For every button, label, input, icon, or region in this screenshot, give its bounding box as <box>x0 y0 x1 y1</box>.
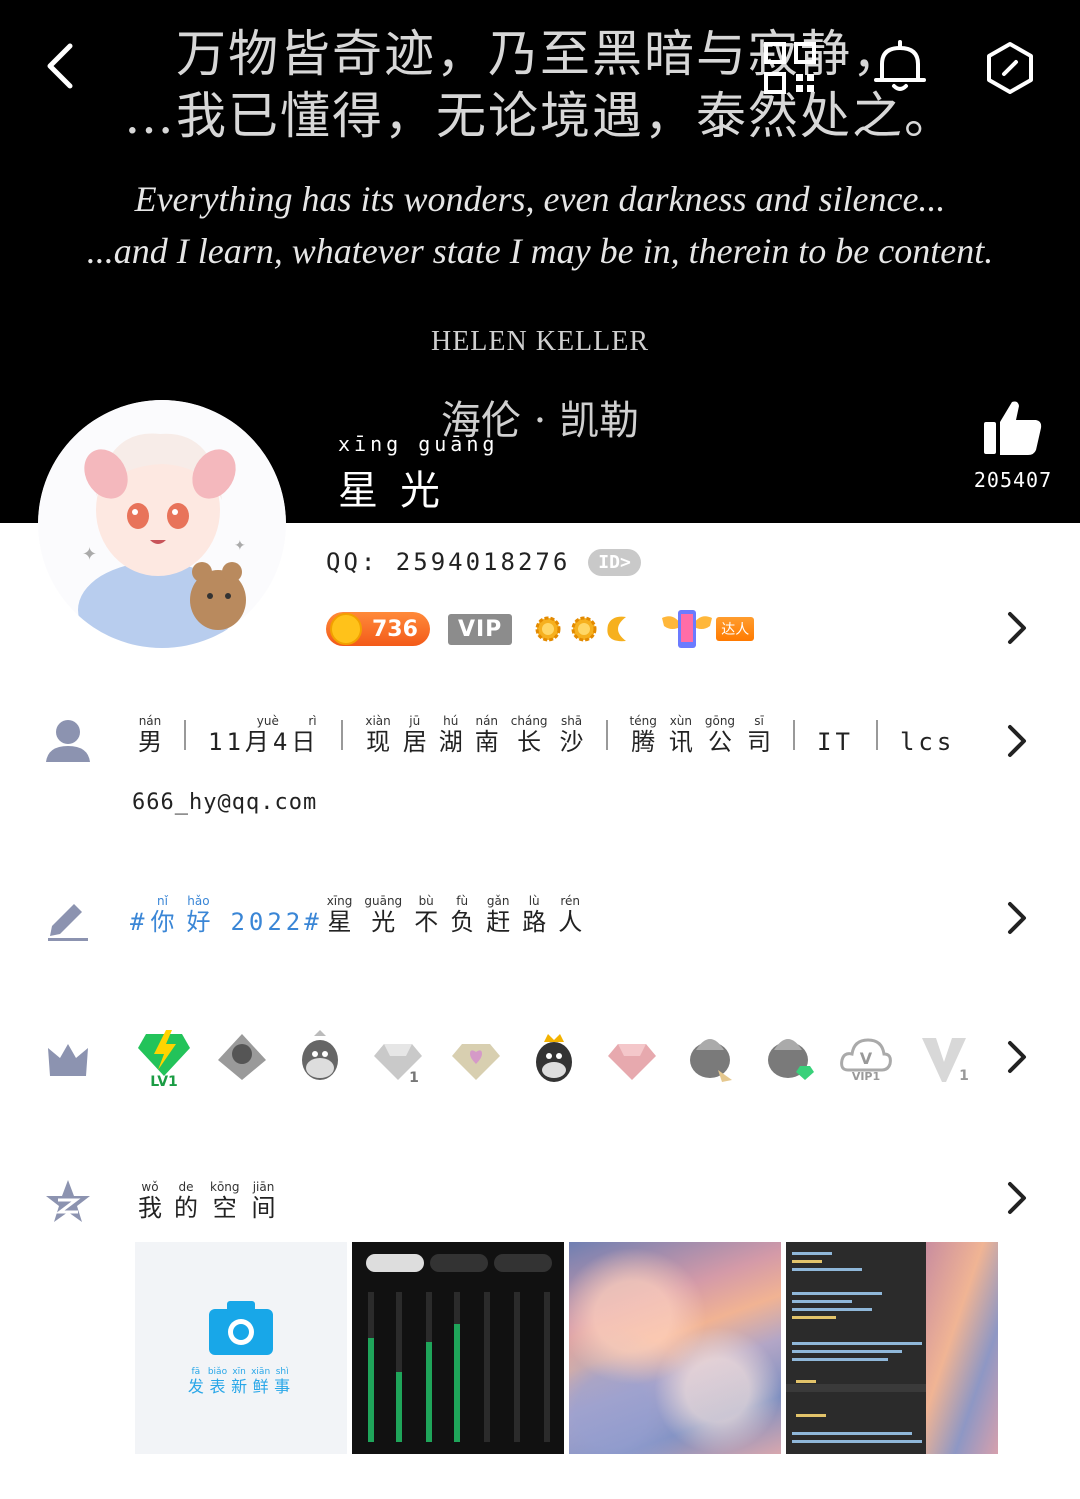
coin-icon <box>330 613 362 645</box>
daren-badge[interactable]: 达人 <box>658 606 755 652</box>
space-chevron-icon[interactable] <box>1002 1178 1032 1218</box>
divider <box>184 720 186 750</box>
signature-char: fù 负 <box>450 894 475 936</box>
avatar[interactable]: ✦ ✦ <box>38 400 286 648</box>
email: 666_hy@qq.com <box>132 790 318 815</box>
quote-en-line2: ...and I learn, whatever state I may be … <box>86 231 994 271</box>
back-icon[interactable] <box>30 34 94 98</box>
settings-icon[interactable] <box>978 36 1042 100</box>
svg-text:V: V <box>860 1049 873 1068</box>
location-char: jū 居 <box>402 714 427 756</box>
svg-text:LV1: LV1 <box>150 1074 178 1088</box>
occupation: IT <box>817 728 854 756</box>
signature-char: nǐ 你 <box>150 894 175 936</box>
signature-char: guāng 光 <box>364 894 403 936</box>
vip-cloud-medal[interactable]: V VIP1 <box>838 1026 894 1088</box>
location-char: cháng 长 <box>510 714 548 756</box>
post-new-label: fā 发 biǎo 表 xīn 新 xiān 鲜 shì 事 <box>187 1367 291 1396</box>
space-photos: fā 发 biǎo 表 xīn 新 xiān 鲜 shì 事 <box>135 1242 998 1454</box>
space-title[interactable]: wǒ 我 de 的 kōng 空 jiān 间 <box>138 1180 288 1222</box>
coin-badge[interactable]: 736 <box>326 612 430 646</box>
quote-en-line1: Everything has its wonders, even darknes… <box>134 179 946 219</box>
photo-thumbnail[interactable] <box>569 1242 781 1454</box>
like-count: 205407 <box>973 468 1053 492</box>
vip-badge[interactable]: VIP <box>447 613 513 645</box>
code-screenshot <box>786 1242 998 1454</box>
edit-pencil-icon <box>48 904 88 941</box>
penguin-wing-medal[interactable] <box>214 1026 270 1088</box>
signature-char: rén 人 <box>558 894 583 936</box>
qq-number[interactable]: QQ: 2594018276 ID> <box>326 548 641 576</box>
nickname-pinyin: xīng guāng <box>338 432 499 456</box>
post-new-button[interactable]: fā 发 biǎo 表 xīn 新 xiān 鲜 shì 事 <box>135 1242 347 1454</box>
nickname-block: xīng guāng 星光 <box>338 432 498 516</box>
equalizer-screenshot <box>366 1254 552 1442</box>
signature[interactable]: # nǐ 你 hǎo 好 2022# xīng 星 guāng 光 bù 不 fù 负 gǎ… <box>130 894 594 936</box>
penguin-cap-medal[interactable] <box>682 1026 738 1088</box>
person-icon <box>46 720 90 762</box>
profile-chevron-icon[interactable] <box>1002 608 1032 648</box>
company-char: xùn 讯 <box>668 714 693 756</box>
bell-icon[interactable] <box>868 34 932 98</box>
quote-author-en: HELEN KELLER <box>430 326 650 357</box>
divider <box>793 720 796 750</box>
signature-chevron-icon[interactable] <box>1002 898 1032 938</box>
company-char: sī 司 <box>747 714 772 756</box>
medal-wall[interactable]: LV1 1 V VIP1 1 <box>136 1026 972 1090</box>
pink-diamond-medal[interactable] <box>604 1026 660 1088</box>
penguin-gem-medal[interactable] <box>760 1026 816 1088</box>
photo-thumbnail[interactable] <box>352 1242 564 1454</box>
location-char: hú 湖 <box>438 714 463 756</box>
svg-text:VIP1: VIP1 <box>852 1070 880 1083</box>
svg-text:1: 1 <box>959 1068 969 1084</box>
signature-tag: 2022# <box>230 908 323 936</box>
location-char: shā 沙 <box>559 714 584 756</box>
vip-v-medal[interactable]: 1 <box>916 1026 972 1088</box>
badge-row[interactable]: 736 VIP 达人 <box>326 606 755 652</box>
divider <box>875 720 878 750</box>
id-badge[interactable]: ID> <box>588 548 641 576</box>
lightning-level-medal[interactable]: LV1 <box>136 1026 192 1090</box>
daren-label: 达人 <box>716 617 755 641</box>
svg-text:✦: ✦ <box>234 538 246 554</box>
location-char: nán 南 <box>474 714 499 756</box>
location-char: xiàn 现 <box>365 714 391 756</box>
svg-text:1: 1 <box>409 1070 419 1086</box>
profile-details[interactable]: nán 男 yuè rì 11月4日 xiàn 现 jū 居 hú 湖 nán 南 chá… <box>138 714 967 756</box>
qq-number-text: QQ: 2594018276 <box>326 548 571 576</box>
medals-chevron-icon[interactable] <box>1002 1037 1032 1077</box>
divider <box>341 720 344 750</box>
qr-code-icon[interactable] <box>758 36 822 100</box>
level-sun-moon-icon[interactable] <box>530 611 640 647</box>
signature-char: hǎo 好 <box>186 894 211 936</box>
daren-wings-icon <box>662 610 713 648</box>
like-button[interactable]: 205407 <box>968 398 1058 492</box>
gender: nán 男 <box>138 714 162 756</box>
company-char: téng 腾 <box>629 714 657 756</box>
svg-text:✦: ✦ <box>82 544 97 565</box>
heart-diamond-medal[interactable] <box>448 1026 504 1088</box>
coin-count: 736 <box>372 616 418 642</box>
signature-char: bù 不 <box>414 894 439 936</box>
signature-char: xīng 星 <box>326 894 353 936</box>
signature-hash: # <box>130 908 149 936</box>
penguin-medal[interactable] <box>292 1026 348 1088</box>
signature-char: gǎn 赶 <box>486 894 511 936</box>
nickname: 星光 <box>338 468 462 514</box>
divider <box>605 720 608 750</box>
silver-diamond-medal[interactable]: 1 <box>370 1026 426 1088</box>
crown-penguin-medal[interactable] <box>526 1026 582 1088</box>
qzone-star-icon <box>46 1180 90 1222</box>
thumbs-up-icon <box>984 401 1042 455</box>
company-char: gōng 公 <box>704 714 736 756</box>
camera-icon <box>209 1301 273 1355</box>
signature-char: lù 路 <box>522 894 547 936</box>
birthday: yuè rì 11月4日 <box>208 714 320 756</box>
details-chevron-icon[interactable] <box>1002 721 1032 761</box>
photo-thumbnail[interactable] <box>786 1242 998 1454</box>
other-info: lcs <box>899 728 956 756</box>
crown-icon <box>48 1044 88 1076</box>
